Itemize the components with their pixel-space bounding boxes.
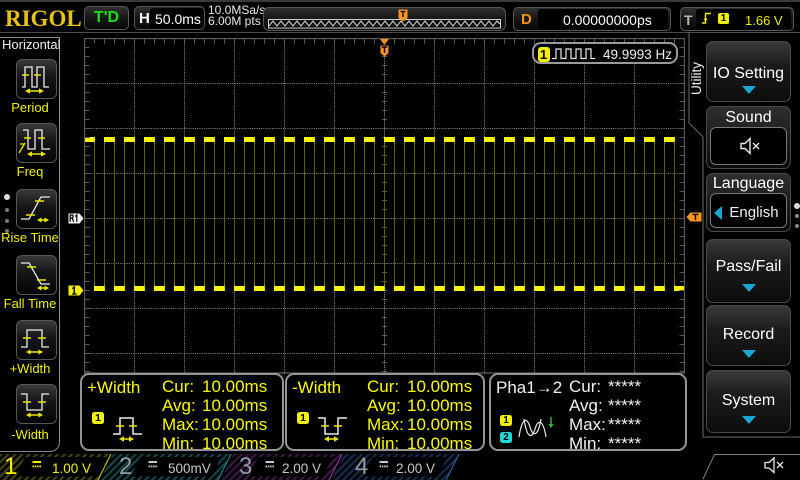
svg-text:Utility: Utility	[689, 62, 704, 95]
